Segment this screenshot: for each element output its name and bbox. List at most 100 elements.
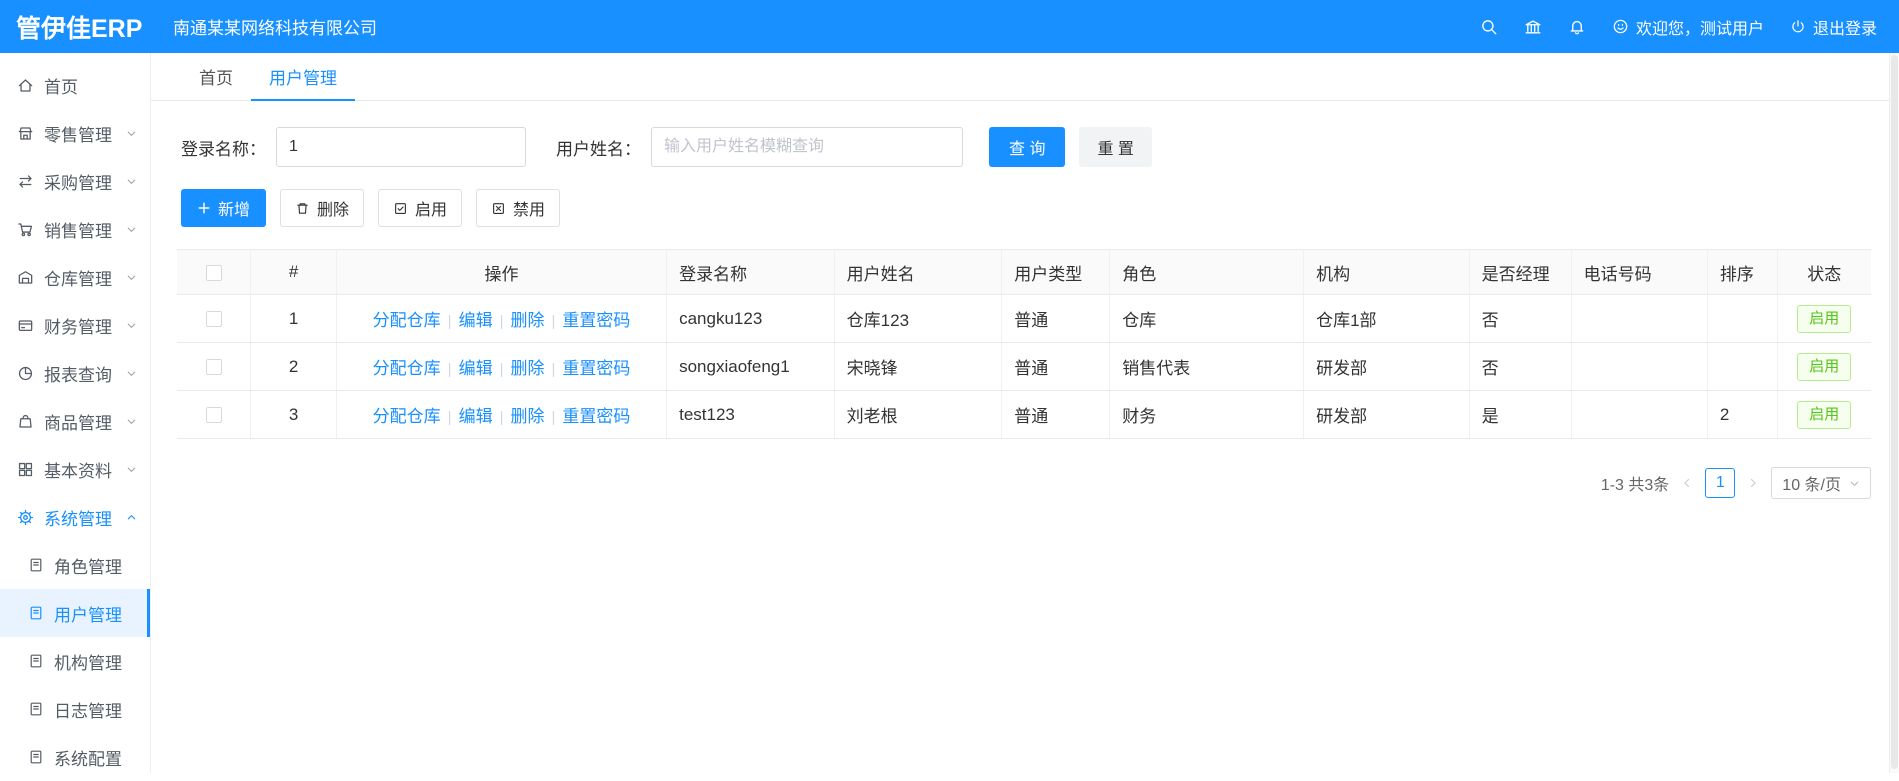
delete-button[interactable]: 删除 [280, 189, 365, 227]
smile-icon [1612, 18, 1629, 35]
user-name-label: 用户姓名： [556, 139, 641, 159]
check-square-icon [393, 201, 408, 216]
cell-operations: 分配仓库 | 编辑 | 删除 | 重置密码 [336, 294, 668, 343]
sidebar-item-label: 财务管理 [44, 317, 112, 337]
user-name-input[interactable] [651, 127, 963, 167]
cell-role: 仓库 [1109, 294, 1305, 343]
cell-user-name: 宋晓锋 [834, 342, 1003, 391]
tab-home[interactable]: 首页 [181, 53, 251, 101]
sidebar-item-report[interactable]: 报表查询 [0, 349, 150, 397]
sidebar-item-goods[interactable]: 商品管理 [0, 397, 150, 445]
row-checkbox[interactable] [205, 359, 222, 376]
header-status: 状态 [1777, 249, 1871, 295]
assign-warehouse-link[interactable]: 分配仓库 [373, 407, 441, 426]
delete-link[interactable]: 删除 [510, 311, 544, 330]
cell-role: 销售代表 [1109, 342, 1305, 391]
sidebar-item-label: 首页 [44, 77, 78, 97]
row-checkbox[interactable] [205, 311, 222, 328]
sidebar-item-finance[interactable]: 财务管理 [0, 301, 150, 349]
assign-warehouse-link[interactable]: 分配仓库 [373, 359, 441, 378]
cell-index: 2 [250, 342, 337, 391]
edit-link[interactable]: 编辑 [459, 311, 493, 330]
sidebar-item-user-mgmt[interactable]: 用户管理 [0, 589, 150, 637]
reset-password-link[interactable]: 重置密码 [562, 359, 630, 378]
enable-button[interactable]: 启用 [378, 189, 463, 227]
sidebar-item-label: 系统管理 [44, 509, 112, 529]
search-button[interactable]: 查 询 [989, 127, 1066, 167]
edit-link[interactable]: 编辑 [459, 407, 493, 426]
sidebar-item-sysconfig[interactable]: 系统配置 [0, 733, 150, 781]
sidebar-item-home[interactable]: 首页 [0, 61, 150, 109]
cell-phone [1571, 342, 1708, 391]
reset-password-link[interactable]: 重置密码 [562, 311, 630, 330]
bank-icon[interactable] [1524, 18, 1542, 36]
power-icon [1790, 19, 1806, 35]
cell-is-manager: 否 [1469, 342, 1572, 391]
store-icon [17, 125, 34, 142]
sidebar-item-warehouse[interactable]: 仓库管理 [0, 253, 150, 301]
chevron-down-icon [126, 464, 137, 475]
table-row: 1 分配仓库 | 编辑 | 删除 | 重置密码 cangku123 仓库123 普通 仓库 … [177, 294, 1871, 343]
op-separator: | [551, 361, 556, 378]
assign-warehouse-link[interactable]: 分配仓库 [373, 311, 441, 330]
sidebar-item-basedata[interactable]: 基本资料 [0, 445, 150, 493]
status-badge: 启用 [1797, 400, 1852, 429]
chevron-down-icon [126, 224, 137, 235]
delete-link[interactable]: 删除 [510, 407, 544, 426]
tab-user-management[interactable]: 用户管理 [251, 53, 355, 101]
status-badge: 启用 [1797, 304, 1852, 333]
sidebar-item-purchase[interactable]: 采购管理 [0, 157, 150, 205]
sidebar-item-sales[interactable]: 销售管理 [0, 205, 150, 253]
table-row: 3 分配仓库 | 编辑 | 删除 | 重置密码 test123 刘老根 普通 财务 研发部 … [177, 390, 1871, 439]
edit-link[interactable]: 编辑 [459, 359, 493, 378]
document-icon [28, 653, 44, 669]
sidebar-item-role-mgmt[interactable]: 角色管理 [0, 541, 150, 589]
scrollbar[interactable] [1889, 53, 1899, 773]
sidebar-item-label: 日志管理 [54, 701, 122, 721]
sidebar-item-log-mgmt[interactable]: 日志管理 [0, 685, 150, 733]
chevron-down-icon [126, 320, 137, 331]
sidebar-item-label: 角色管理 [54, 557, 122, 577]
page-number-button[interactable]: 1 [1705, 468, 1736, 498]
sidebar: 首页 零售管理 采购管理 销售管理 仓库管理 财务管理 报表查询 商品管理 基本… [0, 53, 151, 773]
cell-operations: 分配仓库 | 编辑 | 删除 | 重置密码 [336, 390, 668, 439]
cell-is-manager: 是 [1469, 390, 1572, 439]
next-page-button[interactable] [1747, 477, 1759, 489]
cell-user-name: 仓库123 [834, 294, 1003, 343]
cart-icon [17, 221, 34, 238]
enable-button-label: 启用 [415, 202, 448, 219]
cell-org: 研发部 [1303, 342, 1470, 391]
header-login-name: 登录名称 [666, 249, 835, 295]
swap-icon [17, 173, 34, 190]
header-role: 角色 [1109, 249, 1305, 295]
search-icon[interactable] [1480, 18, 1498, 36]
logout-text: 退出登录 [1812, 20, 1877, 38]
cell-login-name: test123 [666, 390, 835, 439]
table-row: 2 分配仓库 | 编辑 | 删除 | 重置密码 songxiaofeng1 宋晓锋 普通 销… [177, 342, 1871, 391]
sidebar-item-retail[interactable]: 零售管理 [0, 109, 150, 157]
cell-sort [1707, 294, 1778, 343]
cell-phone [1571, 294, 1708, 343]
sidebar-item-system[interactable]: 系统管理 [0, 493, 150, 541]
page-size-select[interactable]: 10 条/页 [1771, 467, 1871, 499]
prev-page-button[interactable] [1681, 477, 1693, 489]
sidebar-item-org-mgmt[interactable]: 机构管理 [0, 637, 150, 685]
disable-button[interactable]: 禁用 [476, 189, 561, 227]
delete-link[interactable]: 删除 [510, 359, 544, 378]
disable-button-label: 禁用 [513, 202, 546, 219]
cell-user-type: 普通 [1001, 390, 1111, 439]
login-name-input[interactable] [276, 127, 526, 167]
logout-button[interactable]: 退出登录 [1790, 15, 1877, 39]
bell-icon[interactable] [1568, 18, 1586, 36]
sidebar-item-label: 零售管理 [44, 125, 112, 145]
reset-password-link[interactable]: 重置密码 [562, 407, 630, 426]
row-checkbox[interactable] [205, 407, 222, 424]
op-separator: | [499, 361, 504, 378]
select-all-checkbox[interactable] [205, 264, 222, 281]
reset-button[interactable]: 重 置 [1079, 127, 1152, 167]
chevron-down-icon [126, 368, 137, 379]
scrollbar-thumb[interactable] [1891, 55, 1898, 769]
welcome-user[interactable]: 欢迎您，测试用户 [1612, 15, 1764, 39]
plus-icon [197, 201, 211, 215]
add-button[interactable]: 新增 [181, 189, 267, 227]
